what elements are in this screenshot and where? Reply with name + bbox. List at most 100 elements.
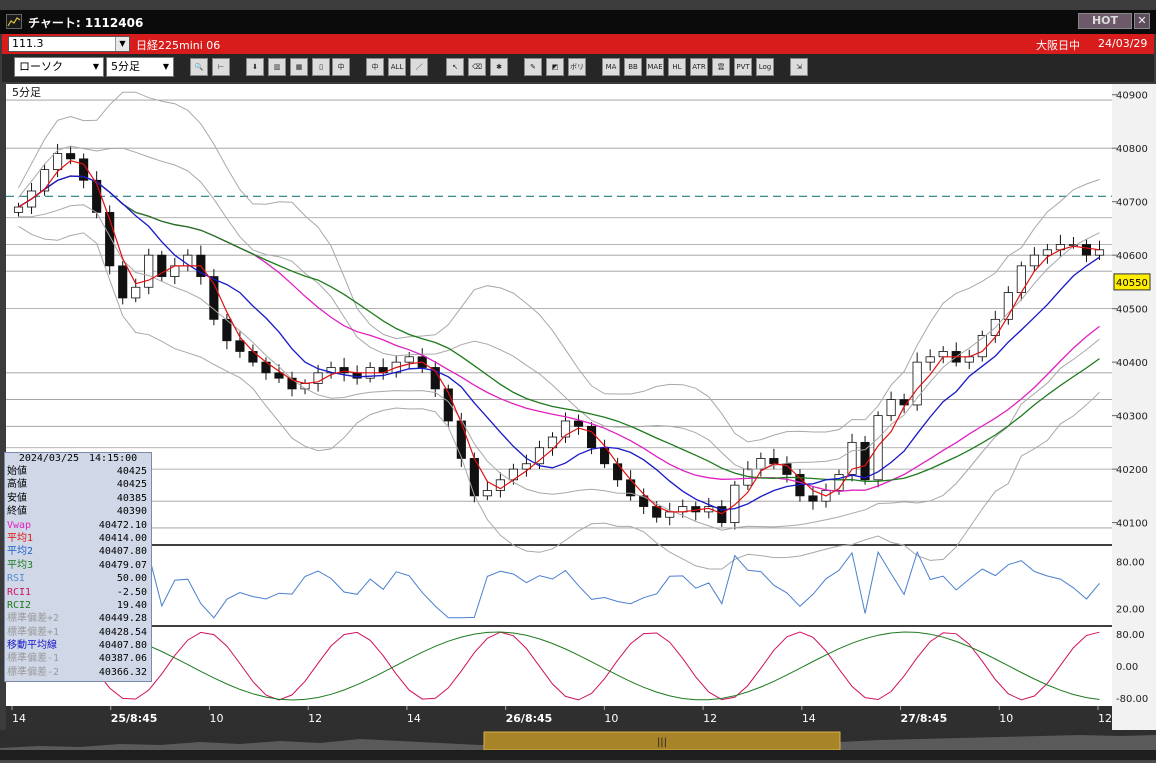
hl-button[interactable]: HL [668, 58, 686, 76]
data-window-label: 標準偏差+1 [7, 626, 60, 638]
data-window-value: 40425 [116, 479, 147, 491]
atr-icon: ATR [692, 63, 706, 71]
market-session: 大阪日中 [1036, 39, 1080, 52]
candle-body [1081, 244, 1092, 256]
time-scrollbar[interactable]: ||| [0, 730, 1156, 760]
candle-body [613, 463, 623, 481]
bb-icon: BB [628, 63, 638, 71]
pvt-button[interactable]: PVT [734, 58, 752, 76]
chevron-down-icon: ▼ [162, 62, 170, 71]
candle-body [404, 356, 414, 363]
symbol-code-value: 111.3 [12, 37, 44, 50]
download-button[interactable]: ⬇ [246, 58, 264, 76]
time-tick-label: 27/8:45 [901, 712, 948, 725]
grid-icon: ▦ [295, 63, 303, 71]
candle-down-icon: 中 [371, 63, 379, 71]
mae-button[interactable]: MAE [646, 58, 664, 76]
data-window-row: 標準偏差+2 40449.28 [5, 612, 151, 625]
symbol-name: 日経225mini 06 [136, 39, 221, 52]
zoom-button[interactable]: 🔍 [190, 58, 208, 76]
candle-up-button[interactable]: 中 [332, 58, 350, 76]
indicator-1-icon: ボリ [570, 63, 584, 71]
data-window-row: 始値 40425 [5, 465, 151, 478]
bar-chart-button[interactable]: ▥ [268, 58, 286, 76]
hl-icon: HL [672, 63, 682, 71]
candle-body [573, 420, 584, 427]
arrow-cursor-button[interactable]: ↖ [446, 58, 464, 76]
candle-body [482, 490, 492, 497]
bb-button[interactable]: BB [624, 58, 642, 76]
data-window-label: RSI [7, 573, 26, 585]
hot-button[interactable]: HOT [1078, 13, 1132, 29]
chevron-down-icon[interactable]: ▼ [115, 37, 129, 51]
data-window-row: 高値 40425 [5, 478, 151, 491]
symbol-bar: 111.3 ▼ 日経225mini 06 大阪日中 24/03/29 [2, 34, 1154, 54]
eraser-button[interactable]: ⌫ [468, 58, 486, 76]
page-icon: ▯ [319, 63, 323, 71]
settings-button[interactable]: ✎ [524, 58, 542, 76]
window-title: チャート: 1112406 [28, 16, 144, 30]
ma-button[interactable]: MA [602, 58, 620, 76]
data-window-label: 標準偏差+2 [7, 613, 60, 625]
page-button[interactable]: ▯ [312, 58, 330, 76]
candle-body [730, 484, 740, 524]
log-button[interactable]: Log [756, 58, 774, 76]
ichimoku-icon: 雲 [717, 63, 725, 71]
data-window-label: 平均2 [7, 546, 34, 558]
data-window-row: 標準偏差-2 40366.32 [5, 666, 151, 679]
export-icon: ⇲ [796, 63, 802, 71]
time-tick-label: 14 [802, 712, 816, 725]
data-window-row: 平均3 40479.07 [5, 559, 151, 572]
ichimoku-button[interactable]: 雲 [712, 58, 730, 76]
atr-button[interactable]: ATR [690, 58, 708, 76]
data-window-value: 40385 [116, 492, 147, 504]
cursor-button[interactable]: ⊢ [212, 58, 230, 76]
data-window-label: 始値 [7, 466, 27, 477]
data-window-label: RCI1 [7, 586, 32, 598]
color-button[interactable]: ◩ [546, 58, 564, 76]
data-window-row: 移動平均線 40407.80 [5, 639, 151, 652]
data-window-value: 40414.00 [98, 532, 147, 544]
arrow-cursor-icon: ↖ [452, 63, 458, 71]
palette-button[interactable]: ✱ [490, 58, 508, 76]
chart-window: チャート: 1112406 HOT ✕ 111.3 ▼ 日経225mini 06… [0, 0, 1156, 760]
all-button[interactable]: ALL [388, 58, 406, 76]
candle-body [1029, 254, 1039, 267]
line-draw-button[interactable]: ／ [410, 58, 428, 76]
time-tick-label: 12 [703, 712, 717, 725]
grid-button[interactable]: ▦ [290, 58, 308, 76]
close-button[interactable]: ✕ [1134, 13, 1150, 29]
candle-body [534, 447, 545, 465]
data-window-row: RCI2 19.40 [5, 599, 151, 612]
indicator-1-button[interactable]: ボリ [568, 58, 586, 76]
data-window-row: RSI 50.00 [5, 572, 151, 585]
candle-body [144, 254, 154, 288]
symbol-code-combobox[interactable]: 111.3 ▼ [8, 36, 130, 52]
pvt-icon: PVT [736, 63, 750, 71]
interval-select[interactable]: 5分足 ▼ [106, 57, 174, 77]
cursor-icon: ⊢ [217, 63, 225, 71]
interval-value: 5分足 [111, 60, 140, 73]
data-window-value: 40387.06 [98, 653, 147, 665]
candle-body [118, 265, 128, 299]
chart-area[interactable]: 40900 40800 40700 40600 40500 40400 40300 40200… [6, 84, 1156, 730]
line-draw-icon: ／ [415, 63, 423, 71]
data-window-value: 40428.54 [98, 626, 147, 638]
candle-body [456, 420, 466, 459]
export-button[interactable]: ⇲ [790, 58, 808, 76]
candle-down-button[interactable]: 中 [366, 58, 384, 76]
data-window-row: 標準偏差+1 40428.54 [5, 626, 151, 639]
price-tick-label: 40600 [1116, 251, 1148, 262]
data-window-label: 標準偏差-2 [7, 666, 60, 678]
price-tick-label: 40800 [1116, 144, 1148, 155]
candle-body [756, 458, 766, 470]
color-icon: ◩ [551, 63, 559, 71]
data-window-label: RCI2 [7, 599, 32, 611]
candle-body [964, 356, 974, 363]
price-tick-label: 40200 [1116, 465, 1148, 476]
chart-type-select[interactable]: ローソク ▼ [14, 57, 104, 77]
data-window-value: 40407.80 [98, 546, 147, 558]
chart-interval-label: 5分足 [12, 86, 41, 99]
candle-body [808, 495, 818, 502]
candle-body [586, 425, 597, 449]
